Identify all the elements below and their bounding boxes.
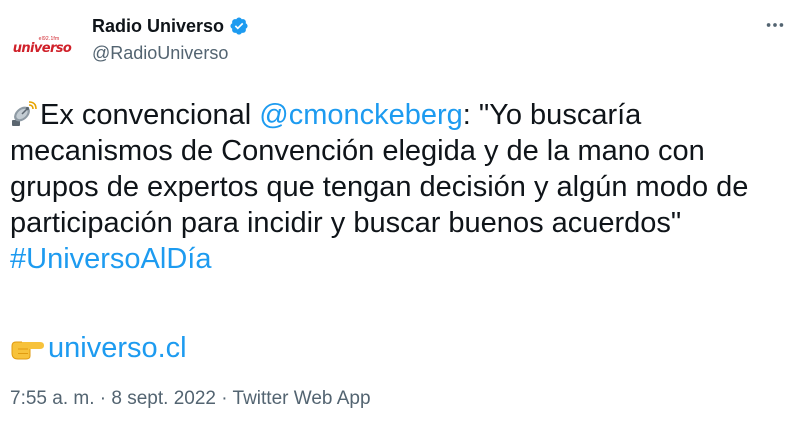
more-horizontal-icon[interactable]: [764, 14, 786, 36]
author-name-row: Radio Universo: [92, 15, 249, 37]
tweet-text-prefix: Ex convencional: [40, 99, 260, 131]
verified-badge-icon: [229, 16, 249, 36]
tweet-source[interactable]: Twitter Web App: [233, 388, 371, 409]
satellite-antenna-icon: [10, 100, 38, 128]
tweet-card: el92.1fm universo Radio Universo @RadioU…: [0, 0, 800, 426]
meta-separator: ·: [94, 388, 112, 409]
mention-link[interactable]: @cmonckeberg: [259, 99, 463, 131]
avatar[interactable]: el92.1fm universo: [10, 14, 74, 78]
hashtag-link[interactable]: #UniversoAlDía: [10, 243, 211, 275]
tweet-metadata: 7:55 a. m. · 8 sept. 2022 · Twitter Web …: [10, 388, 371, 410]
backhand-index-pointing-right-icon: [10, 333, 46, 360]
tweet-time[interactable]: 7:55 a. m.: [10, 388, 95, 409]
display-name[interactable]: Radio Universo: [92, 16, 224, 37]
author-handle[interactable]: @RadioUniverso: [92, 43, 228, 64]
tweet-text: Ex convencional @cmonckeberg: "Yo buscar…: [10, 97, 780, 277]
meta-separator: ·: [215, 388, 233, 409]
external-link[interactable]: universo.cl: [48, 332, 187, 364]
tweet-date[interactable]: 8 sept. 2022: [111, 388, 216, 409]
tweet-link-row: universo.cl: [10, 330, 187, 366]
avatar-logo-text: universo: [12, 41, 72, 56]
